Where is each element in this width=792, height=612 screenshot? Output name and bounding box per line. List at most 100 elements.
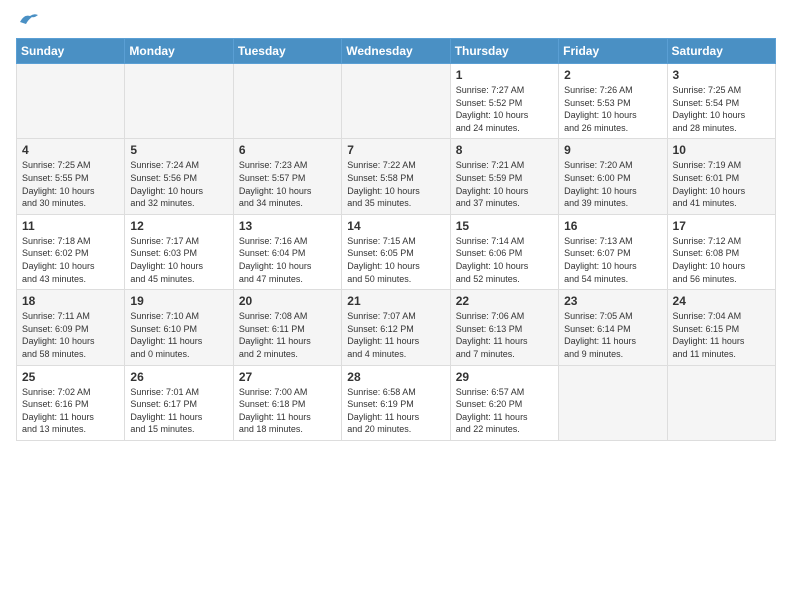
day-number: 29 (456, 370, 553, 384)
weekday-header-thursday: Thursday (450, 39, 558, 64)
calendar-day-4: 4 Sunrise: 7:25 AM Sunset: 5:55 PM Daylig… (17, 139, 125, 214)
day-number: 2 (564, 68, 661, 82)
calendar-empty-cell (667, 365, 775, 440)
calendar-day-3: 3 Sunrise: 7:25 AM Sunset: 5:54 PM Daylig… (667, 64, 775, 139)
calendar-day-9: 9 Sunrise: 7:20 AM Sunset: 6:00 PM Daylig… (559, 139, 667, 214)
day-info: Sunrise: 7:16 AM Sunset: 6:04 PM Dayligh… (239, 235, 336, 285)
calendar-table: SundayMondayTuesdayWednesdayThursdayFrid… (16, 38, 776, 441)
weekday-header-saturday: Saturday (667, 39, 775, 64)
day-number: 21 (347, 294, 444, 308)
page-header (16, 16, 776, 30)
calendar-day-5: 5Sunrise: 7:24 AM Sunset: 5:56 PM Daylig… (125, 139, 233, 214)
calendar-day-27: 27 Sunrise: 7:00 AM Sunset: 6:18 PM Dayli… (233, 365, 341, 440)
day-number: 22 (456, 294, 553, 308)
day-number: 24 (673, 294, 770, 308)
calendar-day-20: 20 Sunrise: 7:08 AM Sunset: 6:11 PM Dayli… (233, 290, 341, 365)
calendar-day-21: 21 Sunrise: 7:07 AM Sunset: 6:12 PM Dayli… (342, 290, 450, 365)
day-info: Sunrise: 7:13 AM Sunset: 6:07 PM Dayligh… (564, 235, 661, 285)
day-number: 13 (239, 219, 336, 233)
day-info: Sunrise: 7:07 AM Sunset: 6:12 PM Dayligh… (347, 310, 444, 360)
day-number: 11 (22, 219, 119, 233)
day-number: 27 (239, 370, 336, 384)
day-number: 8 (456, 143, 553, 157)
calendar-day-15: 15 Sunrise: 7:14 AM Sunset: 6:06 PM Dayli… (450, 214, 558, 289)
day-info: Sunrise: 7:19 AM Sunset: 6:01 PM Dayligh… (673, 159, 770, 209)
day-number: 12 (130, 219, 227, 233)
day-number: 28 (347, 370, 444, 384)
calendar-day-14: 14 Sunrise: 7:15 AM Sunset: 6:05 PM Dayli… (342, 214, 450, 289)
day-info: Sunrise: 7:17 AM Sunset: 6:03 PM Dayligh… (130, 235, 227, 285)
day-info: Sunrise: 7:23 AM Sunset: 5:57 PM Dayligh… (239, 159, 336, 209)
calendar-day-8: 8 Sunrise: 7:21 AM Sunset: 5:59 PM Daylig… (450, 139, 558, 214)
calendar-day-22: 22 Sunrise: 7:06 AM Sunset: 6:13 PM Dayli… (450, 290, 558, 365)
day-info: Sunrise: 7:10 AM Sunset: 6:10 PM Dayligh… (130, 310, 227, 360)
calendar-week-row: 18 Sunrise: 7:11 AM Sunset: 6:09 PM Dayli… (17, 290, 776, 365)
day-number: 14 (347, 219, 444, 233)
day-info: Sunrise: 7:01 AM Sunset: 6:17 PM Dayligh… (130, 386, 227, 436)
calendar-day-1: 1 Sunrise: 7:27 AM Sunset: 5:52 PM Daylig… (450, 64, 558, 139)
logo-bird-icon (18, 12, 40, 30)
day-info: Sunrise: 6:57 AM Sunset: 6:20 PM Dayligh… (456, 386, 553, 436)
day-info: Sunrise: 7:24 AM Sunset: 5:56 PM Dayligh… (130, 159, 227, 209)
day-info: Sunrise: 7:22 AM Sunset: 5:58 PM Dayligh… (347, 159, 444, 209)
calendar-day-7: 7 Sunrise: 7:22 AM Sunset: 5:58 PM Daylig… (342, 139, 450, 214)
day-number: 17 (673, 219, 770, 233)
calendar-day-29: 29 Sunrise: 6:57 AM Sunset: 6:20 PM Dayli… (450, 365, 558, 440)
day-info: Sunrise: 7:18 AM Sunset: 6:02 PM Dayligh… (22, 235, 119, 285)
calendar-day-10: 10 Sunrise: 7:19 AM Sunset: 6:01 PM Dayli… (667, 139, 775, 214)
day-number: 3 (673, 68, 770, 82)
calendar-day-18: 18 Sunrise: 7:11 AM Sunset: 6:09 PM Dayli… (17, 290, 125, 365)
calendar-week-row: 4 Sunrise: 7:25 AM Sunset: 5:55 PM Daylig… (17, 139, 776, 214)
day-number: 7 (347, 143, 444, 157)
day-number: 20 (239, 294, 336, 308)
calendar-day-26: 26Sunrise: 7:01 AM Sunset: 6:17 PM Dayli… (125, 365, 233, 440)
calendar-day-28: 28 Sunrise: 6:58 AM Sunset: 6:19 PM Dayli… (342, 365, 450, 440)
calendar-day-6: 6 Sunrise: 7:23 AM Sunset: 5:57 PM Daylig… (233, 139, 341, 214)
day-info: Sunrise: 6:58 AM Sunset: 6:19 PM Dayligh… (347, 386, 444, 436)
day-info: Sunrise: 7:26 AM Sunset: 5:53 PM Dayligh… (564, 84, 661, 134)
day-info: Sunrise: 7:02 AM Sunset: 6:16 PM Dayligh… (22, 386, 119, 436)
day-info: Sunrise: 7:21 AM Sunset: 5:59 PM Dayligh… (456, 159, 553, 209)
day-info: Sunrise: 7:25 AM Sunset: 5:55 PM Dayligh… (22, 159, 119, 209)
calendar-week-row: 25Sunrise: 7:02 AM Sunset: 6:16 PM Dayli… (17, 365, 776, 440)
day-number: 19 (130, 294, 227, 308)
calendar-day-23: 23 Sunrise: 7:05 AM Sunset: 6:14 PM Dayli… (559, 290, 667, 365)
day-number: 16 (564, 219, 661, 233)
calendar-day-12: 12 Sunrise: 7:17 AM Sunset: 6:03 PM Dayli… (125, 214, 233, 289)
day-info: Sunrise: 7:14 AM Sunset: 6:06 PM Dayligh… (456, 235, 553, 285)
weekday-header-monday: Monday (125, 39, 233, 64)
day-info: Sunrise: 7:20 AM Sunset: 6:00 PM Dayligh… (564, 159, 661, 209)
day-info: Sunrise: 7:08 AM Sunset: 6:11 PM Dayligh… (239, 310, 336, 360)
day-number: 1 (456, 68, 553, 82)
day-info: Sunrise: 7:11 AM Sunset: 6:09 PM Dayligh… (22, 310, 119, 360)
day-number: 9 (564, 143, 661, 157)
calendar-day-19: 19 Sunrise: 7:10 AM Sunset: 6:10 PM Dayli… (125, 290, 233, 365)
calendar-day-24: 24 Sunrise: 7:04 AM Sunset: 6:15 PM Dayli… (667, 290, 775, 365)
day-number: 18 (22, 294, 119, 308)
day-info: Sunrise: 7:15 AM Sunset: 6:05 PM Dayligh… (347, 235, 444, 285)
day-info: Sunrise: 7:05 AM Sunset: 6:14 PM Dayligh… (564, 310, 661, 360)
day-info: Sunrise: 7:00 AM Sunset: 6:18 PM Dayligh… (239, 386, 336, 436)
day-info: Sunrise: 7:06 AM Sunset: 6:13 PM Dayligh… (456, 310, 553, 360)
calendar-empty-cell (559, 365, 667, 440)
day-number: 15 (456, 219, 553, 233)
day-info: Sunrise: 7:12 AM Sunset: 6:08 PM Dayligh… (673, 235, 770, 285)
weekday-header-tuesday: Tuesday (233, 39, 341, 64)
calendar-day-25: 25Sunrise: 7:02 AM Sunset: 6:16 PM Dayli… (17, 365, 125, 440)
day-info: Sunrise: 7:25 AM Sunset: 5:54 PM Dayligh… (673, 84, 770, 134)
day-number: 4 (22, 143, 119, 157)
calendar-empty-cell (125, 64, 233, 139)
day-info: Sunrise: 7:27 AM Sunset: 5:52 PM Dayligh… (456, 84, 553, 134)
calendar-day-11: 11 Sunrise: 7:18 AM Sunset: 6:02 PM Dayli… (17, 214, 125, 289)
day-number: 6 (239, 143, 336, 157)
calendar-day-16: 16 Sunrise: 7:13 AM Sunset: 6:07 PM Dayli… (559, 214, 667, 289)
calendar-empty-cell (17, 64, 125, 139)
calendar-day-17: 17 Sunrise: 7:12 AM Sunset: 6:08 PM Dayli… (667, 214, 775, 289)
calendar-empty-cell (233, 64, 341, 139)
day-info: Sunrise: 7:04 AM Sunset: 6:15 PM Dayligh… (673, 310, 770, 360)
weekday-header-wednesday: Wednesday (342, 39, 450, 64)
weekday-header-row: SundayMondayTuesdayWednesdayThursdayFrid… (17, 39, 776, 64)
day-number: 10 (673, 143, 770, 157)
day-number: 23 (564, 294, 661, 308)
weekday-header-sunday: Sunday (17, 39, 125, 64)
